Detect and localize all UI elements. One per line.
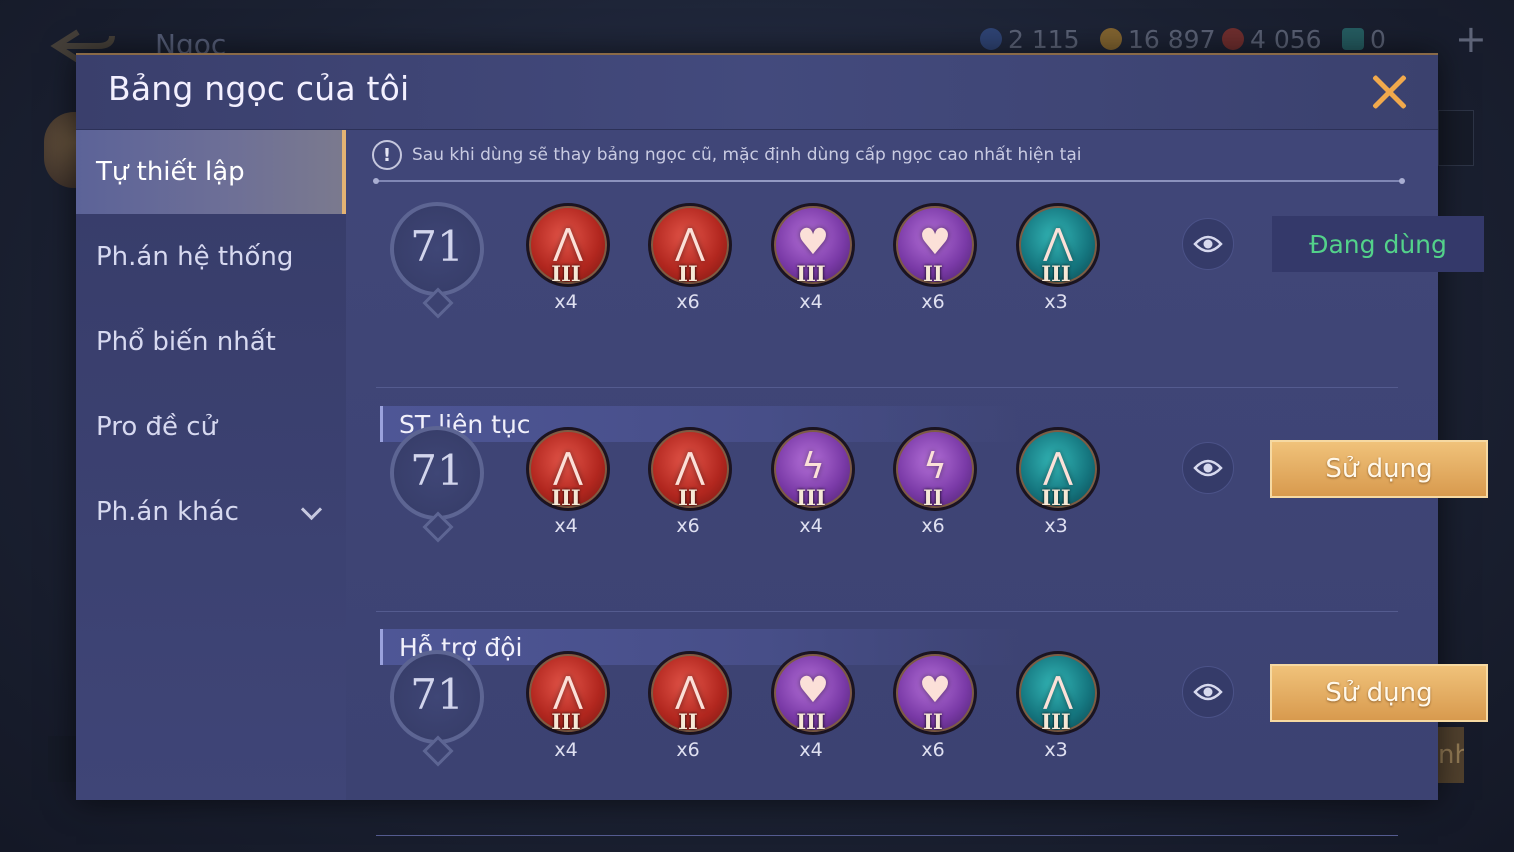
- divider-dot: [373, 178, 379, 184]
- gem-count: x6: [676, 291, 700, 313]
- red-gem-icon: [1222, 28, 1244, 50]
- teal-card-icon: [1342, 28, 1364, 50]
- background-bottom-left: [48, 736, 76, 782]
- gem-slot: ⋀ II x6: [646, 203, 732, 313]
- gem-count: x3: [1044, 291, 1068, 313]
- rune-page-modal: Bảng ngọc của tôi Tự thiết lập Ph.án hệ …: [76, 53, 1488, 836]
- currency-value: 0: [1370, 24, 1386, 54]
- gem-count: x4: [799, 291, 823, 313]
- gem-slot: ⋀ III x4: [524, 203, 610, 313]
- gold-coin-icon: [1100, 28, 1122, 50]
- divider: [374, 180, 1402, 182]
- divider: [376, 835, 1398, 836]
- sidebar-item-label: Ph.án khác: [96, 497, 239, 527]
- gem-slot: ♥ III x4: [769, 203, 855, 313]
- in-use-button: Đang dùng: [1272, 216, 1484, 272]
- exclamation-icon: !: [372, 140, 402, 170]
- gem-slot: ♥ II x6: [891, 651, 977, 761]
- divider: [376, 611, 1398, 612]
- gem-count: x4: [554, 515, 578, 537]
- currency-red-gems: 4 056: [1222, 24, 1322, 54]
- gem-slot: ⋀ II x6: [646, 427, 732, 537]
- gem-slot: ⋀ III x4: [524, 427, 610, 537]
- divider: [376, 387, 1398, 388]
- level-badge: 71: [382, 644, 490, 752]
- sidebar-item-pro[interactable]: Pro đề cử: [76, 385, 346, 469]
- sidebar-item-label: Pro đề cử: [96, 412, 218, 442]
- gem-slot: ♥ III x4: [769, 651, 855, 761]
- gem-count: x3: [1044, 739, 1068, 761]
- currency-cards: 0: [1342, 24, 1386, 54]
- sidebar: Tự thiết lập Ph.án hệ thống Phổ biến nhấ…: [76, 130, 346, 800]
- gem-count: x4: [799, 515, 823, 537]
- currency-value: 2 115: [1008, 24, 1080, 54]
- add-currency-icon: +: [1455, 17, 1487, 61]
- sidebar-item-popular[interactable]: Phổ biến nhất: [76, 300, 346, 384]
- level-badge: 71: [382, 420, 490, 528]
- eye-icon[interactable]: [1182, 666, 1234, 718]
- gem-slot: ⋀ III x3: [1014, 203, 1100, 313]
- gem-count: x4: [554, 739, 578, 761]
- gem-count: x4: [554, 291, 578, 313]
- divider-dot: [1399, 178, 1405, 184]
- sidebar-item-other[interactable]: Ph.án khác: [76, 470, 346, 554]
- gem-count: x3: [1044, 515, 1068, 537]
- level-badge: 71: [382, 196, 490, 304]
- sidebar-item-system[interactable]: Ph.án hệ thống: [76, 215, 346, 299]
- gem-count: x6: [921, 739, 945, 761]
- notice-text: Sau khi dùng sẽ thay bảng ngọc cũ, mặc đ…: [412, 145, 1082, 165]
- rune-pages-list: ! Sau khi dùng sẽ thay bảng ngọc cũ, mặc…: [346, 130, 1488, 836]
- gem-slot: ϟ III x4: [769, 427, 855, 537]
- currency-blue-gems: 2 115: [980, 24, 1080, 54]
- chevron-down-icon: [300, 498, 323, 521]
- gem-slot: ⋀ II x6: [646, 651, 732, 761]
- level-number: 71: [410, 222, 464, 271]
- gem-slot: ⋀ III x4: [524, 651, 610, 761]
- use-button[interactable]: Sử dụng: [1270, 664, 1488, 722]
- gem-slot: ⋀ III x3: [1014, 427, 1100, 537]
- gem-count: x4: [799, 739, 823, 761]
- blue-gem-icon: [980, 28, 1002, 50]
- notice: ! Sau khi dùng sẽ thay bảng ngọc cũ, mặc…: [372, 140, 1081, 170]
- currency-gold: 16 897: [1100, 24, 1215, 54]
- sidebar-item-label: Tự thiết lập: [96, 157, 245, 187]
- eye-icon[interactable]: [1182, 442, 1234, 494]
- gem-count: x6: [676, 515, 700, 537]
- eye-icon[interactable]: [1182, 218, 1234, 270]
- background-side-button: [1438, 110, 1474, 166]
- sidebar-item-label: Phổ biến nhất: [96, 327, 276, 357]
- gem-slot: ϟ II x6: [891, 427, 977, 537]
- use-button[interactable]: Sử dụng: [1270, 440, 1488, 498]
- gem-count: x6: [921, 291, 945, 313]
- level-number: 71: [410, 446, 464, 495]
- sidebar-item-label: Ph.án hệ thống: [96, 242, 294, 272]
- currency-value: 4 056: [1250, 24, 1322, 54]
- gem-slot: ♥ II x6: [891, 203, 977, 313]
- gem-count: x6: [676, 739, 700, 761]
- gem-count: x6: [921, 515, 945, 537]
- modal-header: Bảng ngọc của tôi: [76, 55, 1438, 130]
- close-icon[interactable]: [1370, 73, 1408, 111]
- background-bottom-button: nh: [1438, 727, 1464, 783]
- sidebar-item-custom[interactable]: Tự thiết lập: [76, 130, 346, 214]
- gem-slot: ⋀ III x3: [1014, 651, 1100, 761]
- currency-value: 16 897: [1128, 24, 1216, 54]
- level-number: 71: [410, 670, 464, 719]
- modal-title: Bảng ngọc của tôi: [108, 69, 410, 108]
